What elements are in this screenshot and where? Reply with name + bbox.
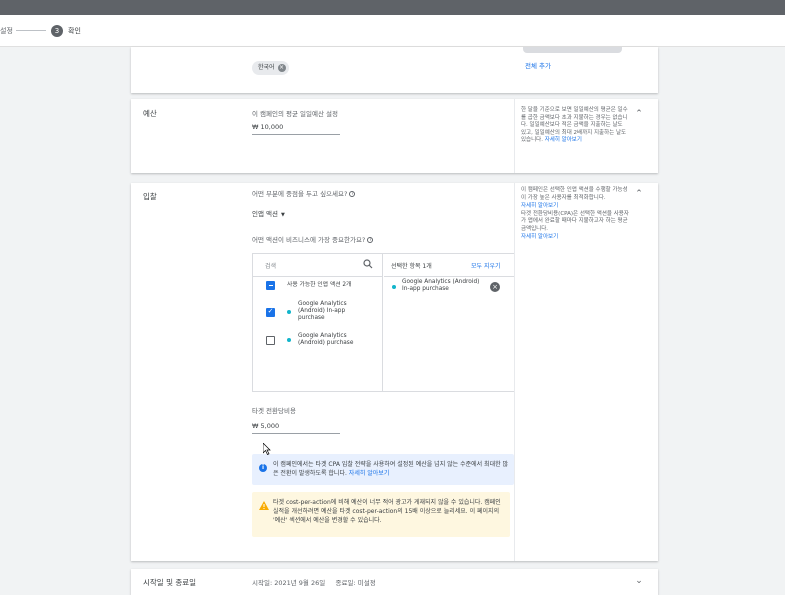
- add-all-link[interactable]: 전체 추가: [525, 60, 551, 70]
- language-chip-label: 한국어: [258, 64, 275, 71]
- bidding-help-text-1: 이 캠페인은 선택한 인앱 액션을 수행할 가능성이 가장 높은 사용자를 최적…: [521, 187, 628, 201]
- info-notice: i 이 캠페인에서는 타겟 CPA 입찰 전략을 사용하여 설정된 예산을 넘지…: [252, 454, 514, 485]
- language-chip-partial: [523, 47, 622, 53]
- focus-dropdown-value: 인앱 액션: [252, 210, 278, 218]
- step-connector: [16, 30, 46, 31]
- bidding-learn-more-link-2[interactable]: 자세히 알아보기: [521, 234, 629, 242]
- budget-help-panel: 한 달을 기준으로 보면 일일예산의 평균은 일수를 곱한 금액보다 초과 지불…: [521, 107, 629, 145]
- selected-color-dot: [392, 285, 396, 289]
- clear-all-link[interactable]: 모두 지우기: [471, 261, 501, 270]
- action-checkbox-inapp-purchase[interactable]: ✓: [266, 307, 275, 317]
- info-learn-more-link[interactable]: 자세히 알아보기: [349, 470, 390, 477]
- available-actions-count: 사용 가능한 인앱 액션 2개: [287, 282, 352, 288]
- target-cpa-input[interactable]: ₩ 5,000: [252, 422, 279, 430]
- action-item-label: Google Analytics (Android) purchase: [298, 333, 354, 346]
- search-icon[interactable]: [363, 259, 373, 269]
- selected-divider: [384, 276, 515, 277]
- budget-input[interactable]: ₩ 10,000: [252, 123, 283, 131]
- dates-card[interactable]: 시작일 및 종료일 시작일: 2021년 9월 26일 종료일: 미설정 ⌄: [131, 569, 658, 595]
- action-item-label: Google Analytics (Android) In-app purcha…: [298, 301, 347, 321]
- action-color-dot: [287, 338, 291, 342]
- select-all-checkbox[interactable]: [266, 281, 275, 290]
- warning-notice: 타겟 cost-per-action에 비해 예산이 너무 적어 광고가 게재되…: [252, 492, 510, 537]
- language-chip[interactable]: 한국어 ×: [252, 61, 289, 75]
- step-previous-label[interactable]: 설정: [0, 26, 13, 36]
- budget-card: 예산 이 캠페인의 평균 일일예산 설정 ₩ 10,000 한 달을 기준으로 …: [131, 99, 658, 173]
- collapse-chevron-up-icon[interactable]: ⌃: [634, 189, 644, 199]
- budget-field-label: 이 캠페인의 평균 일일예산 설정: [252, 110, 339, 118]
- dates-title: 시작일 및 종료일: [143, 578, 197, 587]
- available-actions-panel: 검색 사용 가능한 인앱 액션 2개 ✓ Google Analytics (A…: [253, 254, 383, 391]
- action-color-dot: [287, 310, 291, 314]
- bidding-card: 입찰 어떤 부분에 중점을 두고 싶으세요?? 인앱 액션 ▼ 어떤 액션이 비즈…: [131, 183, 658, 561]
- budget-learn-more-link[interactable]: 자세히 알아보기: [545, 137, 582, 143]
- step-number-badge: 3: [51, 25, 63, 37]
- info-icon: i: [259, 464, 267, 472]
- selected-item-label: Google Analytics (Android) In-app purcha…: [402, 279, 480, 292]
- focus-question-text: 어떤 부분에 중점을 두고 싶으세요?: [252, 190, 348, 198]
- warning-notice-text: 타겟 cost-per-action에 비해 예산이 너무 적어 광고가 게재되…: [273, 499, 501, 524]
- important-question-text: 어떤 액션이 비즈니스에 가장 중요한가요?: [252, 236, 366, 244]
- help-question-icon[interactable]: ?: [349, 191, 356, 197]
- mouse-cursor-icon: [263, 443, 271, 455]
- action-picker: 검색 사용 가능한 인앱 액션 2개 ✓ Google Analytics (A…: [252, 253, 515, 392]
- action-checkbox-purchase[interactable]: [266, 336, 275, 345]
- bidding-help-panel: 이 캠페인은 선택한 인앱 액션을 수행할 가능성이 가장 높은 사용자를 최적…: [521, 187, 629, 242]
- focus-dropdown[interactable]: 인앱 액션 ▼: [252, 208, 285, 218]
- stepper-bar: 설정 3 확인: [0, 15, 785, 47]
- side-divider: [514, 183, 515, 561]
- target-cpa-underline: [252, 433, 340, 434]
- collapse-chevron-up-icon[interactable]: ⌃: [634, 109, 644, 119]
- search-divider: [253, 276, 382, 277]
- search-input[interactable]: 검색: [265, 261, 276, 270]
- selected-count-label: 선택한 항목 1개: [391, 263, 432, 270]
- focus-question-label: 어떤 부분에 중점을 두고 싶으세요??: [252, 188, 356, 198]
- target-cpa-label: 타겟 전환당비용: [252, 407, 296, 415]
- budget-input-underline: [252, 134, 340, 135]
- chip-remove-icon[interactable]: ×: [277, 64, 286, 72]
- top-app-bar: [0, 0, 785, 15]
- language-card: 한국어 × 전체 추가: [131, 47, 658, 93]
- side-divider: [514, 99, 515, 173]
- dates-summary: 시작일: 2021년 9월 26일 종료일: 미설정: [252, 579, 376, 587]
- important-action-label: 어떤 액션이 비즈니스에 가장 중요한가요??: [252, 234, 374, 244]
- remove-selected-icon[interactable]: ×: [490, 282, 500, 292]
- expand-chevron-down-icon[interactable]: ⌄: [634, 576, 644, 586]
- bidding-help-text-2: 타겟 전환당비용(CPA)은 선택한 액션을 사용자가 앱에서 완료할 때마다 …: [521, 210, 629, 232]
- budget-title: 예산: [143, 109, 157, 118]
- caret-down-icon: ▼: [281, 212, 285, 218]
- warning-icon: [259, 501, 269, 510]
- info-notice-text: 이 캠페인에서는 타겟 CPA 입찰 전략을 사용하여 설정된 예산을 넘지 않…: [273, 461, 509, 477]
- help-question-icon[interactable]: ?: [367, 237, 374, 243]
- bidding-learn-more-link-1[interactable]: 자세히 알아보기: [521, 203, 629, 211]
- bidding-title: 입찰: [143, 192, 157, 201]
- info-notice-body: 이 캠페인에서는 타겟 CPA 입찰 전략을 사용하여 설정된 예산을 넘지 않…: [273, 460, 509, 478]
- step-current-label[interactable]: 확인: [68, 26, 81, 36]
